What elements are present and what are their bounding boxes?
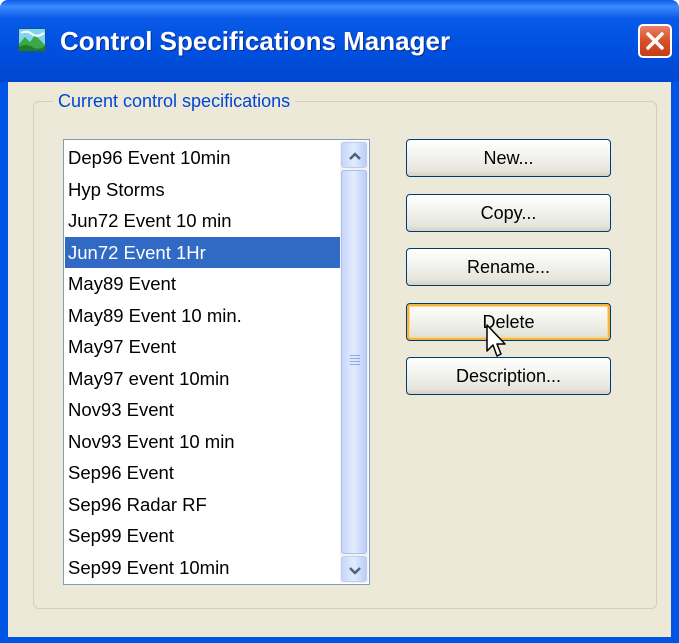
list-item[interactable]: May97 event 10min xyxy=(65,363,340,395)
list-item[interactable]: Jun72 Event 10 min xyxy=(65,205,340,237)
group-label: Current control specifications xyxy=(53,91,296,112)
list-item[interactable]: Dep96 Event 10min xyxy=(65,142,340,174)
new-button[interactable]: New... xyxy=(406,139,611,177)
close-button[interactable] xyxy=(638,24,672,58)
list-item[interactable]: Jun72 Event 1Hr xyxy=(65,236,340,268)
list-item[interactable]: Hyp Storms xyxy=(65,174,340,206)
landscape-map-icon xyxy=(18,28,46,52)
list-item[interactable]: Sep99 Event xyxy=(65,520,340,552)
list-items: Dep96 Event 10min Hyp Storms Jun72 Event 1… xyxy=(65,142,340,583)
list-item[interactable]: May97 Event xyxy=(65,331,340,363)
copy-button[interactable]: Copy... xyxy=(406,194,611,232)
scroll-grip xyxy=(350,355,360,365)
dialog-body: Current control specifications Dep96 Eve… xyxy=(8,82,671,637)
list-item[interactable]: May89 Event xyxy=(65,268,340,300)
scroll-down-button[interactable] xyxy=(341,556,367,582)
list-item[interactable]: Sep96 Event xyxy=(65,457,340,489)
list-item[interactable]: Nov93 Event 10 min xyxy=(65,426,340,458)
specifications-listbox[interactable]: Dep96 Event 10min Hyp Storms Jun72 Event 1… xyxy=(63,139,370,585)
vertical-scrollbar[interactable] xyxy=(340,141,368,583)
list-item[interactable]: Sep96 Radar RF xyxy=(65,489,340,521)
mouse-pointer-icon xyxy=(485,324,509,365)
title-bar[interactable]: Control Specifications Manager xyxy=(0,0,679,82)
chevron-up-icon xyxy=(349,152,361,160)
scroll-up-button[interactable] xyxy=(341,142,367,168)
window-title: Control Specifications Manager xyxy=(60,26,451,56)
scroll-thumb[interactable] xyxy=(341,170,367,554)
chevron-down-icon xyxy=(349,567,361,575)
list-item[interactable]: Sep99 Event 10min xyxy=(65,552,340,584)
close-icon xyxy=(646,32,664,50)
dialog-window: Control Specifications Manager Current c… xyxy=(0,0,679,643)
list-item[interactable]: May89 Event 10 min. xyxy=(65,300,340,332)
rename-button[interactable]: Rename... xyxy=(406,248,611,286)
list-item[interactable]: Nov93 Event xyxy=(65,394,340,426)
